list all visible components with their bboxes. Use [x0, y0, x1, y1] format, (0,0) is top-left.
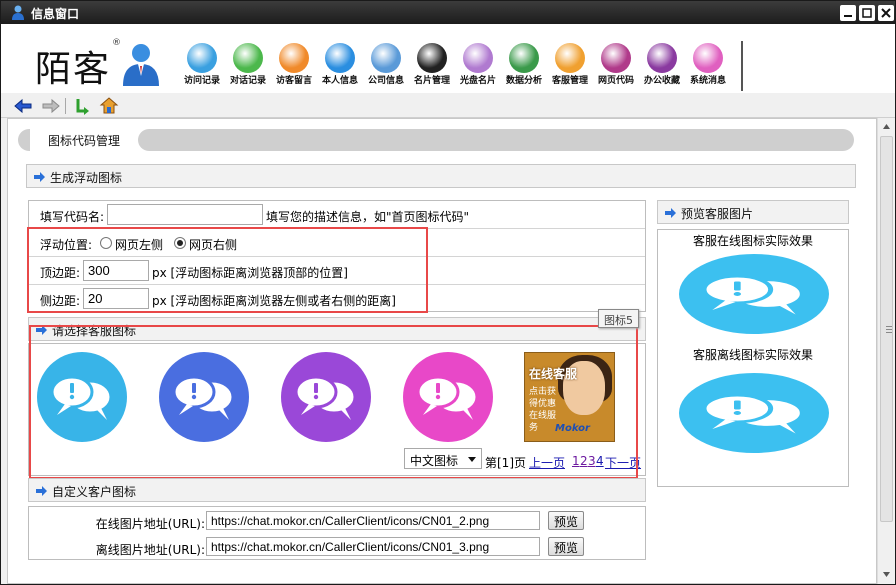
close-button[interactable]: [878, 5, 894, 21]
tab-bar: 图标代码管理: [18, 129, 854, 151]
scroll-thumb[interactable]: [880, 136, 893, 522]
title-bar[interactable]: 信息窗口: [1, 1, 895, 24]
offline-url-row: 离线图片地址(URL): 预览: [29, 534, 645, 560]
tab-bar-rest: [138, 129, 854, 151]
code-name-row: 填写代码名: 填写您的描述信息，如"首页图标代码": [29, 201, 645, 229]
section-custom-title: 自定义客户图标: [52, 485, 137, 499]
preview-panel: 客服在线图标实际效果 客服离线图标实际效果: [657, 229, 849, 487]
icon-tooltip: 图标5: [598, 309, 639, 328]
tab-icon-code-manage[interactable]: 图标代码管理: [48, 132, 120, 149]
minimize-icon: [844, 15, 852, 17]
offline-preview-button[interactable]: 预览: [548, 537, 585, 556]
bell-icon: bell-icon: [693, 43, 723, 73]
chat-record-icon: chat-record-icon: [233, 43, 263, 73]
section-preview-title: 预览客服图片: [681, 207, 754, 221]
content-area: 图标代码管理 生成浮动图标 填写代码名: 填写您的描述信息，如"首页图标代码" …: [7, 118, 877, 584]
header: 陌客 ® user-icon访问记录chat-record-icon对话记录en…: [1, 24, 895, 92]
forward-arrow-icon: [42, 98, 60, 114]
tab-left-cap: [18, 129, 30, 151]
scroll-down-icon[interactable]: [878, 566, 895, 583]
toolbar-separator: [65, 98, 66, 114]
code-name-hint: 填写您的描述信息，如"首页图标代码": [266, 210, 470, 224]
arrow-right-icon: [36, 486, 47, 496]
window-title: 信息窗口: [31, 7, 80, 21]
back-arrow-icon: [14, 98, 32, 114]
section-preview-header: 预览客服图片: [657, 200, 849, 224]
scroll-up-icon[interactable]: [878, 118, 895, 135]
user-icon: user-icon: [187, 43, 217, 73]
app-user-icon: [12, 5, 24, 20]
home-button[interactable]: [99, 96, 119, 116]
code-name-input[interactable]: [107, 204, 263, 225]
thumb-grip: [886, 326, 892, 327]
arrow-right-icon: [34, 172, 45, 182]
online-url-row: 在线图片地址(URL): 预览: [29, 508, 645, 534]
code-name-label: 填写代码名:: [40, 210, 105, 224]
nav-item-label: 系统消息: [689, 76, 726, 86]
disc-icon: disc-icon: [463, 43, 493, 73]
logo-registered-mark: ®: [112, 38, 121, 48]
maximize-icon: [862, 8, 872, 18]
refresh-icon: [76, 99, 89, 115]
bar-chart-icon: bar-chart-icon: [509, 43, 539, 73]
link-icon: link-icon: [601, 43, 631, 73]
thumb-grip: [886, 329, 892, 330]
offline-url-input[interactable]: [206, 537, 540, 556]
refresh-button[interactable]: [73, 96, 93, 116]
maximize-button[interactable]: [859, 5, 875, 21]
nav-item-12[interactable]: bell-icon 系统消息: [685, 41, 731, 89]
preview-offline-image: [679, 373, 829, 453]
envelope-icon: envelope-icon: [279, 43, 309, 73]
preview-online-image: [679, 254, 829, 334]
close-icon: [881, 8, 891, 18]
minimize-button[interactable]: [840, 5, 856, 21]
nav-divider: [741, 41, 743, 91]
arrow-right-icon: [665, 208, 676, 218]
highlight-box-icons: [29, 325, 638, 479]
person-icon: person-icon: [325, 43, 355, 73]
preview-offline-title: 客服离线图标实际效果: [692, 348, 813, 362]
logo-text: 陌客: [35, 49, 112, 90]
home-icon: [99, 97, 119, 114]
team-icon: team-icon: [555, 43, 585, 73]
chat-bubble-icon: [679, 254, 829, 334]
window: 信息窗口 陌客 ® user-icon访问记录chat-record-icon对…: [0, 0, 896, 585]
section-custom-header: 自定义客户图标: [28, 478, 646, 502]
card-icon: card-icon: [417, 43, 447, 73]
preview-online-title: 客服在线图标实际效果: [692, 234, 813, 248]
vertical-scrollbar[interactable]: [877, 118, 894, 584]
section-generate-header: 生成浮动图标: [26, 164, 856, 188]
main-nav: user-icon访问记录chat-record-icon对话记录envelop…: [179, 41, 742, 89]
forward-button[interactable]: [41, 96, 61, 116]
custom-url-form: 在线图片地址(URL): 预览 离线图片地址(URL): 预览: [28, 506, 646, 560]
back-button[interactable]: [13, 96, 33, 116]
online-preview-button[interactable]: 预览: [548, 511, 585, 530]
building-icon: building-icon: [371, 43, 401, 73]
section-generate-title: 生成浮动图标: [50, 171, 123, 185]
highlight-box-position: [27, 227, 428, 313]
logo-avatar-icon: [123, 44, 159, 86]
thumb-grip: [886, 332, 892, 333]
online-url-label: 在线图片地址(URL):: [95, 517, 205, 531]
box-icon: box-icon: [647, 43, 677, 73]
online-url-input[interactable]: [206, 511, 540, 530]
offline-url-label: 离线图片地址(URL):: [95, 543, 205, 557]
toolbar: [1, 92, 895, 118]
chat-bubble-icon: [679, 373, 829, 453]
